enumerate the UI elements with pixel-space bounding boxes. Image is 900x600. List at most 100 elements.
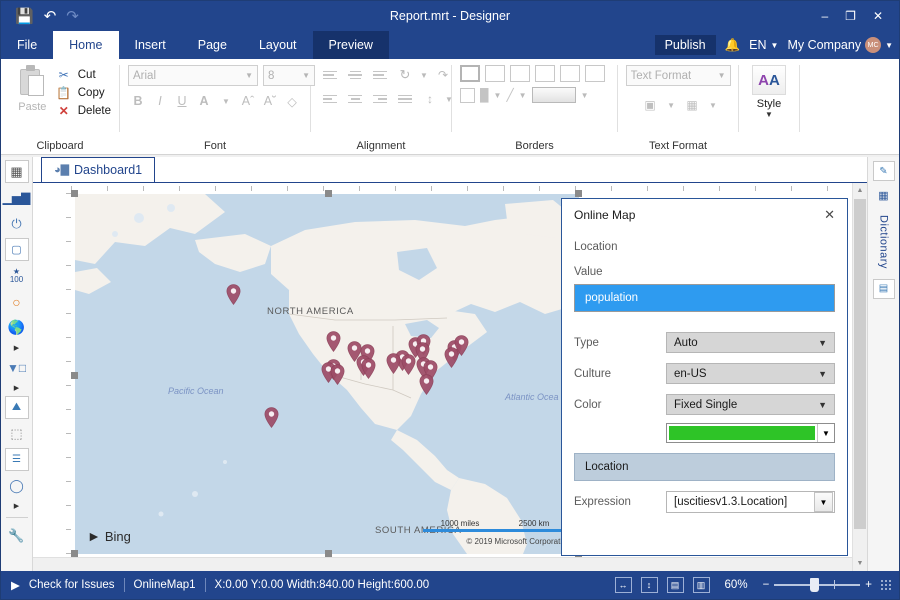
date-format-icon[interactable]: ▦ (681, 96, 703, 114)
sidebar-item-shape[interactable]: ◯ (5, 474, 29, 497)
border-right-button[interactable] (535, 65, 555, 82)
properties-panel-icon[interactable]: ✎ (872, 161, 895, 181)
align-right-button[interactable] (369, 89, 391, 109)
border-style-button[interactable] (460, 87, 475, 103)
align-middle-button[interactable] (344, 65, 366, 85)
fit-width-icon[interactable]: ↔ (614, 577, 632, 593)
save-icon[interactable]: 💾 (15, 9, 34, 24)
border-left-button[interactable] (510, 65, 530, 82)
zoom-100-icon[interactable]: ▥ (692, 577, 710, 593)
tab-page[interactable]: Page (182, 31, 243, 59)
zoom-slider[interactable]: − + (763, 578, 872, 592)
canvas[interactable]: NORTH AMERICA SOUTH AMERICA Pacific Ocea… (33, 183, 867, 571)
border-color-icon[interactable]: ╱ (506, 88, 513, 102)
zoom-out-button[interactable]: − (763, 579, 770, 591)
online-map-panel[interactable]: Online Map ✕ Location Value population T… (561, 198, 848, 556)
online-map-component[interactable]: NORTH AMERICA SOUTH AMERICA Pacific Ocea… (75, 194, 579, 554)
chevron-down-icon[interactable]: ▼ (817, 424, 834, 442)
location-section-header[interactable]: Location (574, 453, 835, 481)
chevron-down-icon[interactable]: ▼ (814, 492, 833, 512)
tab-layout[interactable]: Layout (243, 31, 313, 59)
resize-handle-n[interactable] (325, 190, 332, 197)
scroll-down-button[interactable]: ▼ (853, 556, 867, 571)
type-select[interactable]: Auto ▼ (666, 332, 835, 353)
border-color-swatch[interactable] (531, 87, 576, 103)
sidebar-item-chart[interactable]: ▁▅▇ (3, 186, 31, 209)
fit-page-icon[interactable]: ↕ (640, 577, 658, 593)
border-all-button[interactable] (460, 65, 480, 82)
chevron-down-icon[interactable]: ▼ (667, 101, 675, 110)
sidebar-item-panel[interactable]: ⬚ (5, 422, 29, 445)
border-top-button[interactable] (485, 65, 505, 82)
marker-losangeles[interactable] (330, 364, 345, 385)
sidebar-expand-arrow[interactable]: ▶ (14, 342, 19, 353)
align-justify-button[interactable] (394, 89, 416, 109)
marker-miami[interactable] (419, 374, 434, 395)
paste-button[interactable]: Paste (9, 65, 56, 113)
sidebar-expand-arrow[interactable]: ▶ (14, 382, 19, 393)
sidebar-item-filter[interactable]: ▼□ (5, 356, 29, 379)
report-tree-panel-icon[interactable]: ▤ (872, 278, 895, 299)
chevron-down-icon[interactable]: ▼ (216, 91, 236, 111)
tab-dashboard1[interactable]: ◕▇ Dashboard1 (41, 157, 156, 182)
italic-button[interactable]: I (150, 91, 170, 111)
sidebar-item-indicator[interactable]: ▢ (4, 238, 29, 261)
align-top-button[interactable] (319, 65, 341, 85)
marker-washington[interactable] (444, 347, 459, 368)
wrap-text-button[interactable]: ↷ (432, 65, 454, 85)
zoom-thumb[interactable] (810, 578, 820, 592)
marker-alaska[interactable] (226, 284, 241, 305)
resize-handle-s[interactable] (325, 550, 332, 557)
fill-color-icon[interactable]: █ (480, 88, 489, 102)
close-icon[interactable]: ✕ (824, 207, 835, 223)
expression-field[interactable]: [uscitiesv1.3.Location] ▼ (666, 491, 835, 513)
chevron-down-icon[interactable]: ▼ (581, 91, 589, 100)
marker-phoenix[interactable] (361, 358, 376, 379)
copy-button[interactable]: 📋 Copy (56, 86, 111, 100)
culture-select[interactable]: en-US ▼ (666, 363, 835, 384)
report-page[interactable]: NORTH AMERICA SOUTH AMERICA Pacific Ocea… (71, 190, 582, 557)
undo-icon[interactable]: ↶ (44, 9, 57, 24)
tab-insert[interactable]: Insert (119, 31, 182, 59)
border-none-button[interactable] (585, 65, 605, 82)
font-family-combo[interactable]: Arial ▼ (128, 65, 258, 86)
sidebar-item-map[interactable]: 🌎 (5, 316, 29, 339)
run-icon[interactable]: ▶ (11, 578, 20, 592)
display-format-icon[interactable]: ▣ (639, 96, 661, 114)
tab-home[interactable]: Home (53, 31, 119, 59)
check-issues-label[interactable]: Check for Issues (29, 579, 115, 591)
delete-button[interactable]: ✕ Delete (56, 104, 111, 118)
account-menu[interactable]: My Company MC ▼ (787, 37, 893, 53)
underline-button[interactable]: U (172, 91, 192, 111)
color-picker-button[interactable]: ▼ (666, 423, 835, 443)
align-center-button[interactable] (344, 89, 366, 109)
style-button[interactable]: AA (752, 65, 786, 95)
publish-button[interactable]: Publish (654, 34, 716, 56)
close-button[interactable]: ✕ (873, 10, 883, 22)
cut-button[interactable]: ✂ Cut (56, 68, 111, 82)
marker-hawaii[interactable] (264, 407, 279, 428)
single-page-icon[interactable]: ▤ (666, 577, 684, 593)
font-color-button[interactable]: A (194, 91, 214, 111)
font-size-combo[interactable]: 8 ▼ (263, 65, 315, 86)
increase-font-size-button[interactable]: Aˆ (238, 91, 258, 111)
chevron-down-icon[interactable]: ▼ (709, 101, 717, 110)
marker-houston[interactable] (401, 354, 416, 375)
sidebar-item-gauge[interactable]: ⏻ (5, 212, 29, 235)
notifications-icon[interactable]: 🔔 (725, 38, 741, 53)
maximize-button[interactable]: ❐ (845, 10, 856, 22)
resize-handle-w[interactable] (71, 372, 78, 379)
scroll-thumb[interactable] (854, 199, 866, 529)
marker-austin[interactable] (386, 353, 401, 374)
color-select[interactable]: Fixed Single ▼ (666, 394, 835, 415)
chevron-down-icon[interactable]: ▼ (519, 91, 527, 100)
horizontal-scrollbar[interactable] (33, 557, 852, 571)
sidebar-item-progress[interactable]: ★ 100 (5, 264, 29, 287)
text-format-combo[interactable]: Text Format ▼ (625, 65, 731, 86)
vertical-scrollbar[interactable]: ▲ ▼ (852, 183, 867, 571)
tab-preview[interactable]: Preview (312, 31, 389, 59)
sidebar-item-image[interactable]: ⛰ (4, 396, 29, 419)
minimize-button[interactable]: – (821, 10, 828, 22)
resize-grip-icon[interactable] (881, 580, 891, 590)
resize-handle-nw[interactable] (71, 190, 78, 197)
